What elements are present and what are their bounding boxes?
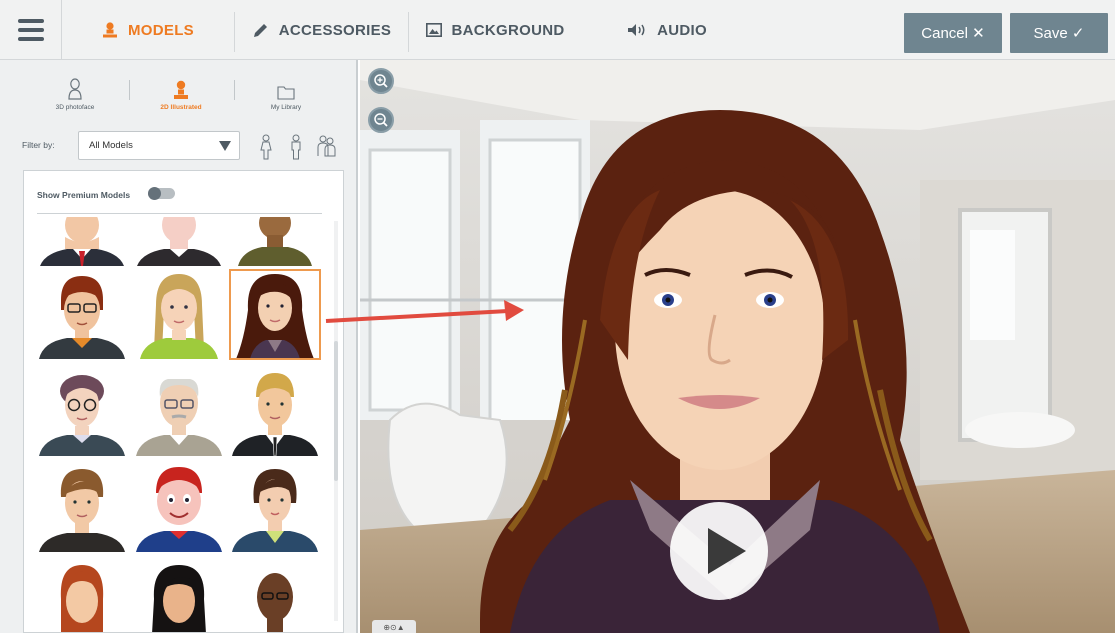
premium-models-toggle[interactable] (148, 187, 175, 200)
model-thumbnail-girl-blonde-braids (134, 270, 224, 359)
group-icon[interactable] (315, 134, 337, 158)
model-thumbnail-man-pale (134, 217, 224, 266)
model-thumbnail-woman-long-brown-hair (230, 270, 320, 359)
play-icon (708, 528, 746, 574)
save-button[interactable]: Save ✓ (1010, 13, 1108, 53)
model-thumbnail-man-curly-glasses (37, 367, 127, 456)
divider (234, 80, 235, 100)
tab-accessories[interactable]: ACCESSORIES (235, 0, 408, 60)
tab-audio[interactable]: AUDIO (581, 0, 753, 60)
model-thumbnail-boy-cartoon (134, 463, 224, 552)
zoom-out-button[interactable] (368, 107, 394, 133)
toggle-knob (148, 187, 161, 200)
tab-label: AUDIO (657, 21, 707, 39)
model-tile[interactable] (230, 367, 320, 456)
models-scrollbar[interactable] (334, 221, 338, 621)
model-tile[interactable] (37, 270, 127, 359)
divider (129, 80, 130, 100)
model-thumbnail-man-bald-dark (230, 559, 320, 632)
person-icon (174, 80, 188, 99)
model-tile[interactable] (230, 559, 320, 632)
zoom-out-icon (374, 113, 388, 127)
model-thumbnail-woman-short-hair (230, 463, 320, 552)
menu-icon (17, 19, 44, 23)
model-tile[interactable] (37, 463, 127, 552)
model-tile[interactable] (134, 217, 224, 266)
tab-label: BACKGROUND (451, 21, 565, 39)
models-list: Show Premium Models (23, 170, 344, 633)
model-type-3d-photoface[interactable]: 3D photoface (25, 74, 125, 111)
model-type-label: My Library (270, 104, 302, 111)
zoom-in-icon (374, 74, 388, 88)
model-tile[interactable] (134, 559, 224, 632)
filter-select-value: All Models (89, 140, 133, 151)
model-thumbnail-man-brown-hair (37, 463, 127, 552)
model-tile[interactable] (134, 367, 224, 456)
stage-mini-controls[interactable]: ⊕⊙▲ (372, 620, 416, 633)
tab-models[interactable]: MODELS (62, 0, 234, 60)
model-type-label: 3D photoface (55, 104, 95, 111)
filter-select[interactable]: All Models (78, 131, 240, 160)
male-figure-icon[interactable] (289, 134, 303, 160)
menu-icon-bar (17, 28, 44, 32)
person-icon (103, 22, 118, 38)
divider (37, 213, 322, 214)
models-panel: 3D photoface 2D Illustrated My Library F… (0, 60, 358, 633)
play-button[interactable] (670, 502, 768, 600)
premium-models-label: Show Premium Models (37, 190, 131, 200)
folder-icon (277, 86, 295, 100)
model-type-label: 2D Illustrated (160, 104, 202, 111)
tab-label: ACCESSORIES (278, 21, 392, 39)
tab-background[interactable]: BACKGROUND (409, 0, 581, 60)
preview-stage: ⊕⊙▲ (360, 60, 1115, 633)
model-thumbnail-old-man-glasses (134, 367, 224, 456)
hamburger-menu-button[interactable] (0, 0, 62, 60)
person-outline-icon (68, 78, 82, 100)
model-thumbnail-man-blond-suit (230, 367, 320, 456)
filter-label: Filter by: (22, 140, 55, 150)
zoom-in-button[interactable] (368, 68, 394, 94)
speaker-icon (628, 24, 645, 36)
model-type-my-library[interactable]: My Library (236, 74, 336, 111)
model-tile[interactable] (134, 270, 224, 359)
model-thumbnail-man-red-tie (37, 217, 127, 266)
tab-label: MODELS (128, 21, 194, 39)
top-toolbar: MODELS ACCESSORIES BACKGROUND AUDIO Canc… (0, 0, 1115, 60)
model-thumbnail-woman-black-hair (134, 559, 224, 632)
model-thumbnail-woman-dark-skin (230, 217, 320, 266)
scrollbar-thumb[interactable] (334, 341, 338, 481)
model-thumbnail-man-redhead-glasses (37, 270, 127, 359)
model-type-2d-illustrated[interactable]: 2D Illustrated (131, 74, 231, 111)
model-tile[interactable] (230, 463, 320, 552)
menu-icon-bar (17, 37, 44, 41)
model-thumbnail-woman-redhead (37, 559, 127, 632)
model-tile[interactable] (134, 463, 224, 552)
pencil-icon (253, 23, 267, 37)
model-tile[interactable] (37, 217, 127, 266)
chevron-down-icon (219, 141, 231, 151)
female-figure-icon[interactable] (259, 134, 273, 160)
model-tile[interactable] (230, 217, 320, 266)
model-tile[interactable] (37, 559, 127, 632)
image-icon (425, 23, 442, 37)
model-tile-selected[interactable] (229, 269, 321, 360)
model-tile[interactable] (37, 367, 127, 456)
cancel-button[interactable]: Cancel ✕ (904, 13, 1002, 53)
